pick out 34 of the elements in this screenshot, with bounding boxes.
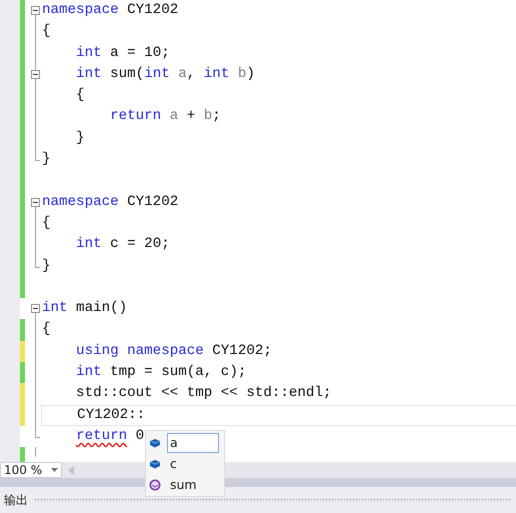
scroll-left-icon[interactable]	[68, 466, 74, 474]
code-line: return a + b;	[109, 107, 221, 126]
caret-icon	[51, 468, 58, 472]
completion-item[interactable]: a	[167, 432, 219, 452]
completion-item[interactable]: c	[167, 454, 219, 474]
code-line: }	[42, 150, 51, 170]
code-line: {	[42, 320, 51, 340]
panel-title: 输出	[4, 492, 28, 508]
orb-icon	[149, 478, 161, 490]
code-line: int c = 20;	[75, 235, 170, 254]
code-line: {	[42, 214, 51, 233]
code-line: namespace CY1202	[42, 1, 178, 20]
code-line: }	[75, 128, 85, 148]
collapse-icon[interactable]	[31, 70, 40, 79]
grip-drawing[interactable]	[34, 498, 512, 502]
code-line: int a = 10;	[75, 44, 170, 63]
code-line: {	[75, 86, 85, 106]
zoom-dropdown[interactable]: 100 %	[0, 462, 62, 478]
code-line: return 0	[75, 426, 144, 446]
code-line: int sum(int a, int b)	[75, 64, 255, 84]
code-line: using namespace CY1202;	[75, 342, 272, 361]
code-line: CY1202::	[76, 406, 146, 425]
code-line: std::cout << tmp << std::endl;	[75, 384, 332, 404]
code-line: int tmp = sum(a, c);	[75, 363, 246, 382]
code-line: }	[42, 256, 51, 276]
collapse-icon[interactable]	[31, 6, 40, 15]
cube-icon	[149, 438, 161, 448]
collapse-icon[interactable]	[31, 198, 40, 207]
code-line: int main()	[42, 299, 128, 318]
code-line: namespace CY1202	[42, 192, 178, 212]
cube-icon	[149, 458, 161, 468]
collapse-icon[interactable]	[31, 304, 40, 314]
completion-item[interactable]: sum	[167, 474, 219, 494]
code-line: {	[42, 22, 51, 42]
